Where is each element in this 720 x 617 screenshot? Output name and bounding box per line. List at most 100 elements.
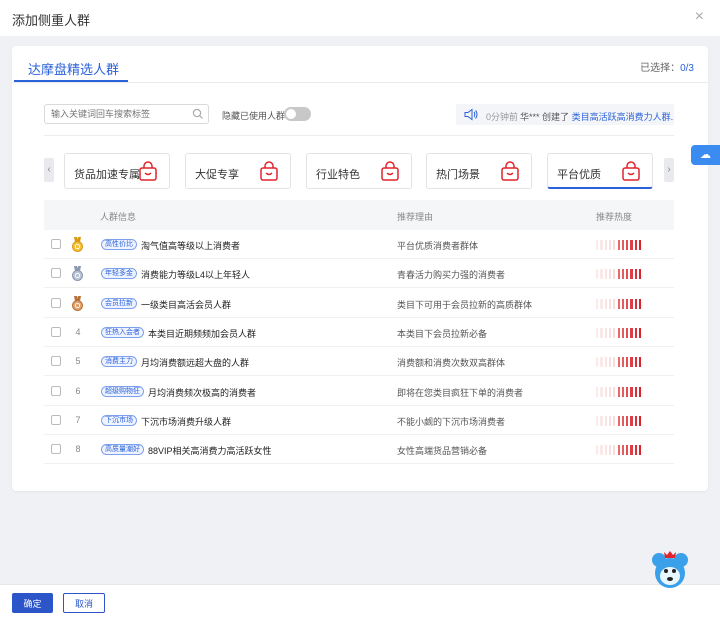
search-icon[interactable]: [192, 108, 204, 120]
table-row[interactable]: 4 狂热入会者 本类目近期频频加会员人群 本类目下会员拉新必备: [44, 318, 674, 347]
row-checkbox[interactable]: [51, 356, 61, 367]
category-next-button[interactable]: ›: [664, 158, 674, 182]
speaker-icon: [464, 108, 478, 121]
crowd-name: 下沉市场消费升级人群: [141, 416, 232, 427]
selected-count-label: 已选择：: [640, 63, 681, 74]
confirm-button[interactable]: 确定: [12, 593, 53, 613]
heat-bar: [604, 445, 607, 456]
heat-bar: [613, 386, 616, 397]
header-crowd-info: 人群信息: [100, 212, 137, 222]
heat-bar: [604, 298, 607, 309]
row-checkbox[interactable]: [51, 239, 61, 249]
table-row[interactable]: 高性价比 淘气值高等级以上消费者 平台优质消费者群体: [44, 230, 674, 259]
cloud-icon[interactable]: ☁: [691, 145, 720, 165]
selection-card: 达摩盘精选人群 已选择：0/3 隐藏已使用人群 0分钟前 华*** 创建了 类目…: [12, 46, 708, 491]
heat-bar: [608, 269, 612, 280]
heat-indicator: [596, 269, 646, 280]
heat-bar: [617, 386, 620, 397]
heat-bar: [608, 298, 612, 309]
heat-bar: [613, 298, 616, 309]
category-label: 热门场景: [436, 169, 480, 181]
heat-bar: [596, 269, 599, 280]
recommend-reason: 平台优质消费者群体: [397, 241, 479, 251]
heat-bar: [604, 327, 607, 338]
table-row[interactable]: 会员拉新 一级类目高活会员人群 类目下可用于会员拉新的高质群体: [44, 289, 674, 318]
heat-bar: [613, 415, 616, 426]
divider: [44, 135, 674, 136]
heat-indicator: [596, 445, 646, 456]
tab-bar: 达摩盘精选人群 已选择：0/3: [12, 46, 708, 83]
close-icon[interactable]: ×: [695, 9, 704, 25]
row-checkbox[interactable]: [51, 297, 61, 308]
heat-indicator: [596, 298, 646, 309]
heat-bar: [630, 415, 633, 426]
heat-bar: [617, 327, 620, 338]
heat-bar: [596, 415, 599, 426]
heat-indicator: [596, 357, 646, 368]
hide-used-toggle[interactable]: [284, 107, 311, 121]
heat-indicator: [596, 386, 646, 397]
notice-action: 创建了: [542, 112, 570, 122]
category-big-promo[interactable]: 大促专享: [185, 153, 291, 189]
row-rank: 8: [75, 444, 81, 455]
crowd-name: 月均消费额远超大盘的人群: [141, 358, 250, 369]
row-checkbox[interactable]: [51, 268, 61, 279]
heat-bar: [621, 445, 625, 456]
row-checkbox[interactable]: [51, 326, 61, 337]
row-checkbox[interactable]: [51, 385, 61, 396]
category-industry[interactable]: 行业特色: [306, 153, 412, 189]
crowd-name: 消费能力等级L4以上年轻人: [141, 270, 251, 281]
row-checkbox[interactable]: [51, 414, 61, 425]
modal-header: 添加侧重人群 ×: [0, 0, 720, 36]
table-row[interactable]: 5 消费主力 月均消费额远超大盘的人群 消费额和消费次数双高群体: [44, 347, 674, 377]
table-row[interactable]: 7 下沉市场 下沉市场消费升级人群 不能小觑的下沉市场消费者: [44, 406, 674, 435]
heat-bar: [608, 386, 612, 397]
cancel-button[interactable]: 取消: [63, 593, 105, 613]
mascot-icon[interactable]: [648, 548, 692, 592]
heat-bar: [630, 357, 633, 368]
heat-bar: [621, 240, 625, 250]
heat-bar: [621, 357, 625, 368]
heat-bar: [604, 357, 607, 368]
heat-bar: [634, 327, 637, 338]
shopping-bag-icon: [622, 161, 640, 181]
notice-time: 0分钟前: [486, 112, 519, 122]
notice-link[interactable]: 类目高活跃高消费力人群...: [572, 112, 674, 122]
selected-count-value: 0/3: [680, 63, 694, 74]
crowd-tag-badge: 高性价比: [101, 239, 137, 250]
heat-bar: [604, 386, 607, 397]
category-hot-scenes[interactable]: 热门场景: [426, 153, 532, 189]
heat-bar: [626, 240, 629, 250]
heat-bar: [613, 269, 616, 280]
category-goods-boost[interactable]: 货品加速专属: [64, 153, 170, 189]
recommend-reason: 女性高端货品营销必备: [397, 446, 488, 457]
heat-bar: [604, 240, 607, 250]
heat-bar: [626, 415, 629, 426]
row-checkbox[interactable]: [51, 444, 61, 455]
heat-bar: [639, 445, 642, 456]
row-rank: 4: [75, 326, 81, 337]
crowd-name: 淘气值高等级以上消费者: [141, 241, 241, 251]
heat-bar: [639, 240, 642, 250]
table-row[interactable]: 6 超级购物狂 月均消费频次极高的消费者 即将在您类目疯狂下单的消费者: [44, 377, 674, 406]
search-input[interactable]: [44, 104, 209, 124]
modal-title: 添加侧重人群: [12, 13, 91, 28]
category-label: 货品加速专属: [74, 169, 140, 181]
table-row[interactable]: 年轻多金 消费能力等级L4以上年轻人 青春活力购买力强的消费者: [44, 259, 674, 289]
heat-bar: [626, 269, 629, 280]
heat-indicator: [596, 415, 646, 426]
heat-indicator: [596, 327, 646, 338]
heat-bar: [630, 298, 633, 309]
category-prev-button[interactable]: ‹: [44, 158, 54, 182]
tab-damopan-crowds[interactable]: 达摩盘精选人群: [28, 59, 119, 78]
heat-bar: [639, 415, 642, 426]
crowd-name: 月均消费频次极高的消费者: [148, 387, 257, 398]
heat-bar: [630, 445, 633, 456]
table-row[interactable]: 8 高质量潮好 88VIP相关高消费力高活跃女性 女性高端货品营销必备: [44, 435, 674, 465]
rank-medal-icon: [72, 266, 83, 282]
heat-bar: [630, 327, 633, 338]
category-platform-quality[interactable]: 平台优质: [547, 153, 653, 189]
heat-bar: [617, 269, 620, 280]
crowd-tag-badge: 狂热入会者: [101, 326, 144, 338]
heat-bar: [626, 327, 629, 338]
